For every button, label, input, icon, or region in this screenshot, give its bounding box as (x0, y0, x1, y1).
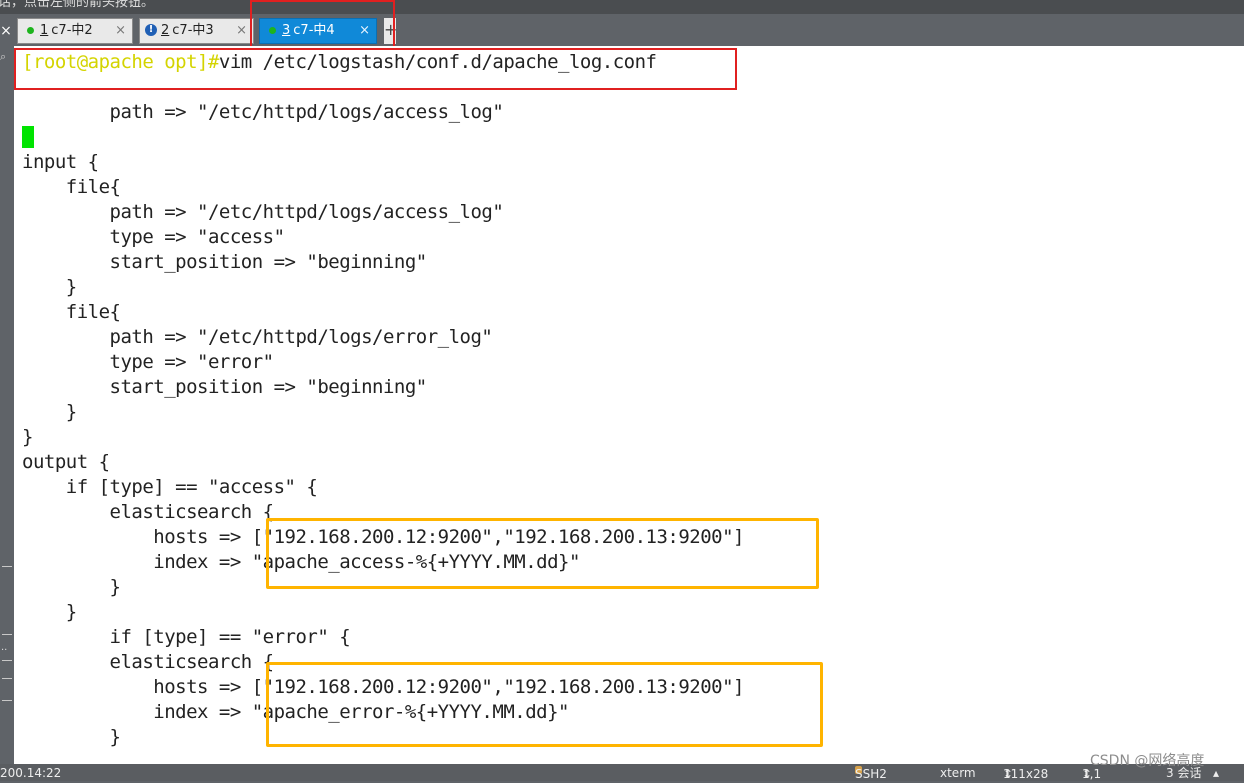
terminal-line: path => "/etc/httpd/logs/error_log" (22, 326, 493, 348)
terminal-line: file{ (22, 301, 121, 323)
error-output-highlight-annotation (266, 662, 823, 747)
terminal-line: } (22, 726, 121, 748)
terminal-line: if [type] == "error" { (22, 626, 351, 648)
left-sidebar: ⌕ .. (0, 46, 14, 764)
terminal-line: type => "error" (22, 351, 275, 373)
terminal-line: start_position => "beginning" (22, 376, 428, 398)
terminal-line: output { (22, 451, 110, 473)
top-notification-strip: 话，点击左侧的箭头按钮。 (0, 0, 1244, 14)
terminal-line: } (22, 276, 77, 298)
sidebar-divider (2, 678, 12, 679)
terminal-line: } (22, 401, 77, 423)
tab-close-icon[interactable]: × (115, 19, 126, 43)
sidebar-divider (2, 566, 12, 567)
connection-address: 200.14:22 (0, 766, 62, 780)
more-icon[interactable]: .. (1, 642, 7, 653)
warning-status-icon: ! (145, 24, 157, 36)
sidebar-divider (2, 660, 12, 661)
search-icon[interactable]: ⌕ (0, 50, 6, 64)
text-cursor (22, 126, 34, 148)
terminal-line: } (22, 426, 33, 448)
tab-session-2[interactable]: ! 2 c7-中3 × (139, 18, 254, 44)
tab-session-1[interactable]: 1 c7-中2 × (17, 18, 133, 44)
session-tab-bar: × 1 c7-中2 × ! 2 c7-中3 × 3 c7-中4 × (0, 14, 1244, 46)
tab-close-icon[interactable]: × (236, 19, 247, 43)
access-output-highlight-annotation (266, 518, 819, 589)
terminal-line: } (22, 601, 77, 623)
terminal-line: elasticsearch { (22, 651, 275, 673)
highlight-annotation (250, 0, 395, 51)
close-icon[interactable]: × (0, 22, 12, 40)
tab-number: 2 (161, 23, 170, 38)
terminal-line: elasticsearch { (22, 501, 275, 523)
terminal-line: type => "access" (22, 226, 286, 248)
terminal-type: xterm (940, 766, 976, 780)
sidebar-divider (2, 700, 12, 701)
terminal-line: if [type] == "access" { (22, 476, 318, 498)
top-strip-text: 话，点击左侧的箭头按钮。 (0, 0, 155, 10)
tab-number: 1 (40, 23, 49, 38)
tab-label: c7-中3 (172, 23, 214, 38)
terminal-line: path => "/etc/httpd/logs/access_log" (22, 101, 504, 123)
terminal-line: input { (22, 151, 99, 173)
terminal-line: start_position => "beginning" (22, 251, 428, 273)
terminal-screen[interactable]: [root@apache opt]#vim /etc/logstash/conf… (14, 46, 1244, 764)
protocol-label: SSH2 (855, 767, 887, 781)
status-bar: 200.14:22 SSH2 xterm ↕ 111x28 ↕ 1,1 3 会话… (0, 764, 1244, 781)
terminal-line: file{ (22, 176, 121, 198)
connected-status-icon (27, 26, 34, 34)
terminal-size-label: 111x28 (1003, 767, 1049, 781)
chevron-up-icon[interactable]: ▴ (1213, 765, 1219, 782)
terminal-line: } (22, 576, 121, 598)
tab-label: c7-中2 (51, 23, 93, 38)
command-highlight-annotation (14, 48, 737, 90)
terminal-line: path => "/etc/httpd/logs/access_log" (22, 201, 504, 223)
watermark: CSDN @网络高度 (1090, 753, 1205, 769)
sidebar-divider (2, 634, 12, 635)
